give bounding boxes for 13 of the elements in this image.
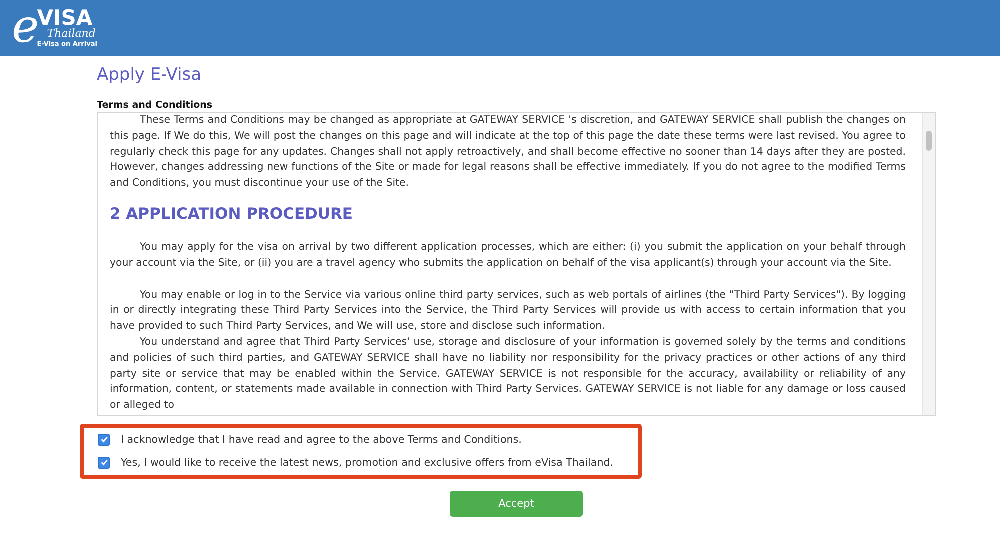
checkbox-label: I acknowledge that I have read and agree to the above Terms and Conditions. bbox=[121, 434, 522, 446]
terms-paragraph: These Terms and Conditions may be changed as appropriate at GATEWAY SERVICE 's discretion, and GATEWAY SERVICE shall publish the changes on this page. If We do this, We will post the changes on this page and will indicate at the top of this page the date these terms were last revised. You agree to regularly check this page for any updates. Changes shall not apply retroactively, and shall become effective no sooner than 14 days after they are posted. However, changes addressing new functions of the Site or made for legal reasons shall be effective immediately. If you do not agree to the modified Terms and Conditions, you must discontinue your use of the Site. bbox=[110, 114, 906, 192]
terms-paragraph: You may apply for the visa on arrival by two different application processes, which are either: (i) you submit the application on your behalf through your account via the Site, or (ii) you are a travel agency who submits the application on behalf of the visa applicant(s) through your account via the Site. bbox=[110, 240, 906, 271]
terms-heading: Terms and Conditions bbox=[97, 100, 214, 112]
accept-button[interactable]: Accept bbox=[450, 490, 583, 517]
terms-paragraph: You understand and agree that Third Party Services' use, storage and disclosure of your information is governed solely by the terms and conditions and policies of such third parties, and GATEWAY SERVICE shall have no liability nor responsibility for the privacy practices or other actions of any third party site or service that may be enabled within the Service. GATEWAY SERVICE is not responsible for the accuracy, availability or reliability of any information, content, or statements made available in connection with Third Party Services. GATEWAY SERVICE is not liable for any damage or loss caused or alleged to bbox=[110, 336, 906, 414]
terms-paragraph: You may enable or log in to the Service via various online third party services, such as web portals of airlines (the "Third Party Services"). By logging in or directly integrating these Third Party Services into the Service, the Third Party Services will provide us with access to certain information that you have provided to such Third Party Services, and We will use, store and disclose such information. bbox=[110, 288, 906, 334]
section-heading: 2 APPLICATION PROCEDURE bbox=[110, 204, 354, 224]
scrollbar[interactable] bbox=[922, 113, 935, 415]
checkbox[interactable] bbox=[98, 434, 110, 446]
checkbox-label: Yes, I would like to receive the latest news, promotion and exclusive offers from eVisa Thailand. bbox=[121, 456, 614, 469]
checkbox[interactable] bbox=[98, 456, 110, 469]
page-title: Apply E-Visa bbox=[97, 64, 203, 86]
